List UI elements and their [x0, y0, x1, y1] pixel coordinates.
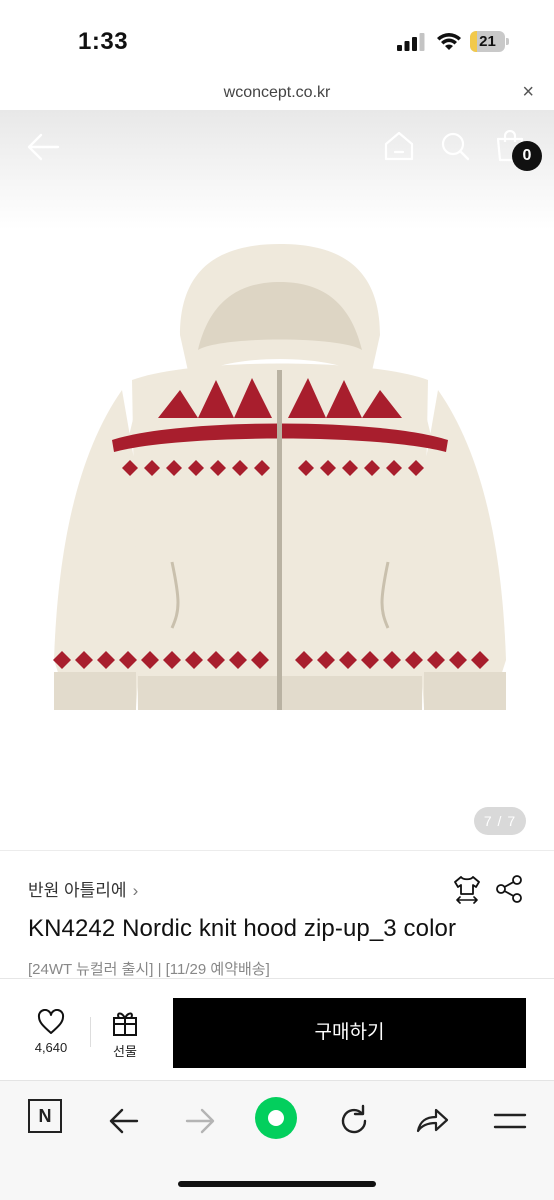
reload-icon[interactable]	[334, 1101, 374, 1141]
back-arrow-icon[interactable]	[26, 132, 60, 162]
status-time: 1:33	[78, 28, 129, 55]
buy-button[interactable]: 구매하기	[173, 998, 526, 1068]
product-gallery[interactable]: 7 / 7	[0, 110, 554, 850]
naver-n-button[interactable]: N	[28, 1099, 62, 1133]
wifi-icon	[437, 33, 461, 50]
battery-indicator: 21	[470, 31, 510, 52]
home-dot-icon	[268, 1110, 284, 1126]
search-icon[interactable]	[439, 130, 471, 162]
product-title: KN4242 Nordic knit hood zip-up_3 color	[28, 915, 457, 942]
size-guide-icon[interactable]	[452, 874, 482, 904]
divider	[90, 1017, 91, 1047]
chevron-right-icon: ›	[132, 881, 139, 900]
product-subtitle: [24WT 뉴컬러 출시] | [11/29 예약배송]	[28, 961, 270, 978]
purchase-bar: 4,640 선물 구매하기	[0, 978, 554, 1080]
url-bar[interactable]: wconcept.co.kr ×	[0, 78, 554, 110]
share-icon[interactable]	[495, 874, 523, 904]
home-indicator	[178, 1181, 376, 1187]
naver-home-button[interactable]	[255, 1097, 297, 1139]
divider	[0, 850, 554, 851]
gift-label: 선물	[113, 1044, 137, 1059]
brand-link[interactable]: 반원 아틀리에 ›	[28, 876, 138, 901]
home-icon[interactable]	[383, 130, 415, 162]
back-arrow-icon[interactable]	[104, 1101, 144, 1141]
share-arrow-icon[interactable]	[412, 1101, 452, 1141]
menu-icon[interactable]	[490, 1101, 530, 1141]
product-image[interactable]	[40, 240, 520, 720]
gift-button[interactable]: 선물	[100, 1009, 150, 1063]
battery-level: 21	[479, 33, 496, 50]
gallery-page-indicator: 7 / 7	[474, 807, 526, 835]
like-button[interactable]: 4,640	[24, 1009, 78, 1063]
url-text[interactable]: wconcept.co.kr	[0, 84, 554, 102]
status-bar: 1:33 21	[0, 0, 554, 78]
cart-count-badge[interactable]: 0	[512, 141, 542, 171]
cellular-signal-icon	[397, 33, 425, 51]
forward-arrow-icon[interactable]	[180, 1101, 220, 1141]
close-icon[interactable]: ×	[522, 81, 534, 104]
like-count: 4,640	[34, 1040, 68, 1055]
gift-icon[interactable]	[111, 1009, 139, 1037]
brand-name[interactable]: 반원 아틀리에	[28, 881, 127, 900]
heart-icon[interactable]	[37, 1009, 65, 1035]
